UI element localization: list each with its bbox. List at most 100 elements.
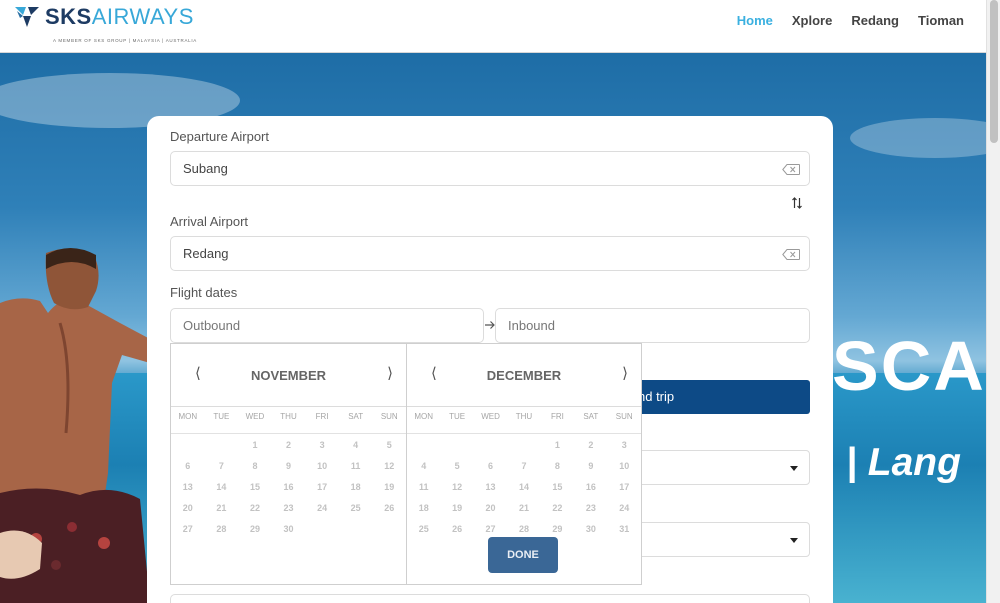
clear-backspace-icon[interactable]: [782, 249, 800, 260]
calendar-day[interactable]: 28: [205, 524, 239, 534]
dow-label: FRI: [315, 412, 329, 421]
month-header: ⟨ NOVEMBER ⟩: [171, 344, 406, 407]
calendar-day[interactable]: 9: [272, 461, 306, 471]
calendar-day[interactable]: 16: [272, 482, 306, 492]
month-name: NOVEMBER: [250, 368, 327, 383]
calendar-day[interactable]: 10: [608, 461, 641, 471]
calendar-day[interactable]: 8: [238, 461, 272, 471]
promo-field[interactable]: [170, 594, 810, 603]
next-month-icon[interactable]: ⟩: [622, 364, 628, 382]
page-scrollbar[interactable]: [986, 0, 1000, 603]
calendar-day[interactable]: 3: [305, 440, 339, 450]
calendar-day[interactable]: 26: [440, 524, 473, 534]
calendar-day[interactable]: 14: [507, 482, 540, 492]
outbound-date-input[interactable]: Outbound: [170, 308, 484, 343]
calendar-day[interactable]: 2: [574, 440, 607, 450]
class-select[interactable]: [624, 522, 810, 557]
arrival-label: Arrival Airport: [170, 214, 249, 229]
calendar-day[interactable]: 23: [272, 503, 306, 513]
calendar-week-row: 18 19 20 21 22 23 24: [407, 497, 641, 518]
calendar-day[interactable]: 2: [272, 440, 306, 450]
calendar-day[interactable]: 27: [171, 524, 205, 534]
calendar-day[interactable]: 26: [372, 503, 406, 513]
sks-logo-mark-icon: [15, 7, 39, 27]
calendar-day[interactable]: 12: [440, 482, 473, 492]
dow-label: TUE: [449, 412, 466, 421]
calendar-day[interactable]: 22: [541, 503, 574, 513]
nav-xplore[interactable]: Xplore: [792, 13, 832, 29]
calendar-day[interactable]: 13: [474, 482, 507, 492]
calendar-day[interactable]: 11: [407, 482, 440, 492]
calendar-day[interactable]: 8: [541, 461, 574, 471]
calendar-day[interactable]: 15: [238, 482, 272, 492]
calendar-day[interactable]: 21: [205, 503, 239, 513]
calendar-day[interactable]: 13: [171, 482, 205, 492]
calendar-day[interactable]: 10: [305, 461, 339, 471]
calendar-day[interactable]: 30: [574, 524, 607, 534]
calendar-day[interactable]: 28: [507, 524, 540, 534]
sks-airways-logo[interactable]: SKSAIRWAYS: [14, 5, 194, 29]
calendar-day[interactable]: 5: [440, 461, 473, 471]
calendar-day[interactable]: 19: [440, 503, 473, 513]
calendar-day[interactable]: 18: [407, 503, 440, 513]
calendar-day[interactable]: 24: [608, 503, 641, 513]
calendar-day[interactable]: 9: [574, 461, 607, 471]
calendar-day[interactable]: 5: [372, 440, 406, 450]
calendar-day[interactable]: 24: [305, 503, 339, 513]
dow-label: SUN: [615, 412, 633, 421]
departure-airport-field[interactable]: Subang: [170, 151, 810, 186]
dow-label: THU: [280, 412, 297, 421]
calendar-day[interactable]: 3: [608, 440, 641, 450]
calendar-day[interactable]: 12: [372, 461, 406, 471]
calendar-day[interactable]: 6: [171, 461, 205, 471]
calendar-day[interactable]: 11: [339, 461, 373, 471]
month-name: DECEMBER: [486, 368, 562, 383]
scrollbar-thumb[interactable]: [990, 0, 998, 143]
calendar-day[interactable]: 22: [238, 503, 272, 513]
calendar-day[interactable]: 17: [305, 482, 339, 492]
round-trip-button[interactable]: nd trip: [624, 380, 810, 414]
nav-home[interactable]: Home: [737, 13, 773, 29]
clear-backspace-icon[interactable]: [782, 164, 800, 175]
calendar-day[interactable]: 7: [205, 461, 239, 471]
calendar-day[interactable]: 21: [507, 503, 540, 513]
calendar-day[interactable]: 17: [608, 482, 641, 492]
calendar-day[interactable]: 29: [238, 524, 272, 534]
calendar-day[interactable]: 1: [541, 440, 574, 450]
calendar-grid: 1 2 3 4 5 6 7 8 9 10 11 12 13 14 15 16 17 18 19 20 21 22 23 24 2…: [171, 433, 406, 534]
calendar-day[interactable]: 1: [238, 440, 272, 450]
calendar-day[interactable]: 30: [272, 524, 306, 534]
calendar-day[interactable]: 29: [541, 524, 574, 534]
calendar-day[interactable]: 4: [339, 440, 373, 450]
calendar-day[interactable]: 27: [474, 524, 507, 534]
calendar-day[interactable]: 6: [474, 461, 507, 471]
calendar-day[interactable]: 4: [407, 461, 440, 471]
dow-label: MON: [414, 412, 434, 421]
swap-airports-icon[interactable]: [791, 196, 803, 210]
calendar-day[interactable]: 25: [407, 524, 440, 534]
calendar-day[interactable]: 31: [608, 524, 641, 534]
calendar-day[interactable]: 14: [205, 482, 239, 492]
nav-redang[interactable]: Redang: [851, 13, 899, 29]
calendar-day[interactable]: 23: [574, 503, 607, 513]
nav-tioman[interactable]: Tioman: [918, 13, 964, 29]
dow-label: SAT: [348, 412, 364, 421]
calendar-done-button[interactable]: DONE: [488, 537, 558, 573]
calendar-day[interactable]: 20: [474, 503, 507, 513]
passenger-select[interactable]: [624, 450, 810, 485]
dow-label: TUE: [213, 412, 230, 421]
calendar-day[interactable]: 19: [372, 482, 406, 492]
calendar-day[interactable]: 15: [541, 482, 574, 492]
logo-wordmark: SKSAIRWAYS: [45, 5, 194, 29]
calendar-day[interactable]: 18: [339, 482, 373, 492]
inbound-placeholder: Inbound: [508, 318, 555, 333]
calendar-day[interactable]: 7: [507, 461, 540, 471]
inbound-date-input[interactable]: Inbound: [495, 308, 810, 343]
main-nav: Home Xplore Redang Tioman: [718, 13, 964, 29]
arrival-airport-field[interactable]: Redang: [170, 236, 810, 271]
calendar-day[interactable]: 16: [574, 482, 607, 492]
next-month-icon[interactable]: ⟩: [387, 364, 393, 382]
flight-dates-label: Flight dates: [170, 285, 238, 300]
calendar-day[interactable]: 25: [339, 503, 373, 513]
calendar-day[interactable]: 20: [171, 503, 205, 513]
